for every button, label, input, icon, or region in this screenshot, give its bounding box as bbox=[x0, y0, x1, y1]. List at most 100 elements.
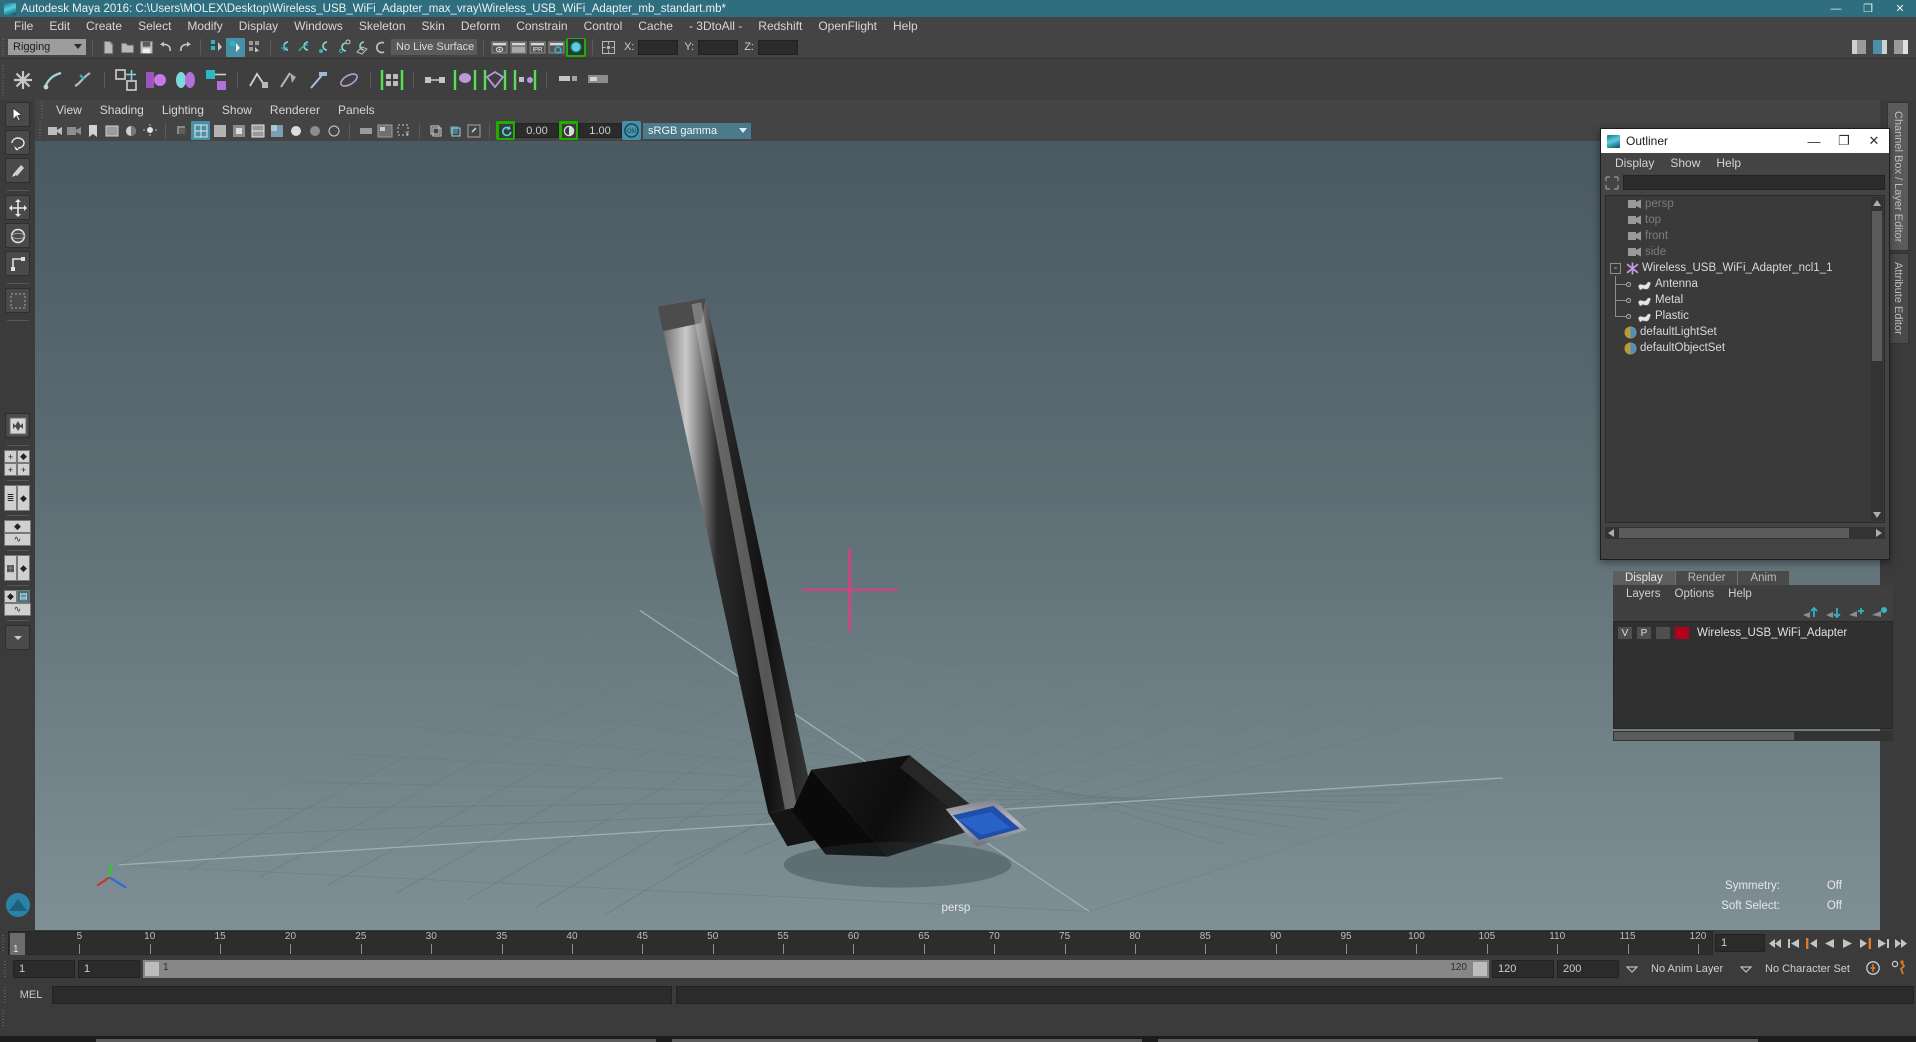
outliner-item-persp[interactable]: persp bbox=[1606, 196, 1884, 212]
tab-attribute-editor[interactable]: Attribute Editor bbox=[1887, 253, 1909, 345]
layout-persp-wide-button[interactable]: ◆ bbox=[4, 520, 31, 533]
scale-tool-button[interactable] bbox=[5, 251, 30, 276]
lasso-tool-button[interactable] bbox=[5, 130, 30, 155]
go-to-start-button[interactable] bbox=[1767, 934, 1784, 952]
snap-to-point-button[interactable] bbox=[315, 38, 334, 57]
tab-display[interactable]: Display bbox=[1613, 571, 1675, 585]
trax-editor-icon[interactable] bbox=[585, 66, 611, 94]
wrap-deformer-icon[interactable] bbox=[306, 66, 332, 94]
outliner-item-metal[interactable]: Metal bbox=[1606, 292, 1884, 308]
parent-constraint-icon[interactable] bbox=[422, 66, 448, 94]
outliner-item-antenna[interactable]: Antenna bbox=[1606, 276, 1884, 292]
input-output-connections-button[interactable] bbox=[599, 38, 618, 57]
ao-toggle-icon[interactable] bbox=[324, 121, 343, 140]
time-slider-cursor[interactable]: 1 bbox=[10, 933, 25, 955]
layout-persp-button[interactable]: ◆ bbox=[17, 450, 30, 463]
character-set-field[interactable]: No Character Set bbox=[1759, 960, 1857, 978]
exposure-reset-icon[interactable] bbox=[496, 121, 515, 140]
color-profile-dropdown[interactable]: sRGB gamma bbox=[643, 122, 751, 139]
auto-keyframe-toggle-icon[interactable] bbox=[1865, 960, 1882, 979]
show-hide-modeling-toolkit-button[interactable] bbox=[1849, 38, 1868, 57]
help-line-grip[interactable] bbox=[0, 1008, 8, 1028]
layout-persp-small-button[interactable]: ◆ bbox=[4, 590, 17, 603]
lattice-deformer-icon[interactable] bbox=[276, 66, 302, 94]
make-live-button[interactable] bbox=[372, 38, 391, 57]
viewport-menu-view[interactable]: View bbox=[47, 103, 91, 117]
layer-playback-toggle[interactable]: P bbox=[1636, 626, 1652, 640]
step-forward-key-button[interactable] bbox=[1875, 934, 1892, 952]
wireframe-shading-icon[interactable] bbox=[191, 121, 210, 140]
layout-two-panes-side-button[interactable]: + bbox=[4, 463, 17, 476]
menu-edit[interactable]: Edit bbox=[41, 17, 78, 36]
menu-skeleton[interactable]: Skeleton bbox=[351, 17, 414, 36]
new-scene-button[interactable] bbox=[99, 38, 118, 57]
outliner-item-nucleus[interactable]: - Wireless_USB_WiFi_Adapter_ncl1_1 bbox=[1606, 260, 1884, 276]
viewport-menu-lighting[interactable]: Lighting bbox=[153, 103, 213, 117]
outliner-item-default-object-set[interactable]: defaultObjectSet bbox=[1606, 340, 1884, 356]
smooth-bind-icon[interactable] bbox=[173, 66, 199, 94]
camera-attributes-icon[interactable] bbox=[64, 121, 83, 140]
layer-visibility-toggle[interactable]: V bbox=[1617, 626, 1633, 640]
undo-button[interactable] bbox=[156, 38, 175, 57]
character-set-chevron-down-icon[interactable] bbox=[1739, 962, 1753, 976]
scrollbar-thumb[interactable] bbox=[1872, 211, 1882, 361]
rotate-tool-button[interactable] bbox=[5, 223, 30, 248]
step-forward-frame-button[interactable] bbox=[1857, 934, 1874, 952]
time-slider-grip[interactable] bbox=[0, 933, 8, 953]
outliner-horizontal-scrollbar[interactable] bbox=[1605, 527, 1885, 539]
menu-control[interactable]: Control bbox=[576, 17, 631, 36]
layout-outliner-persp-button[interactable]: ≣ bbox=[4, 485, 17, 511]
use-all-lights-icon[interactable] bbox=[286, 121, 305, 140]
menu-cache[interactable]: Cache bbox=[630, 17, 681, 36]
point-constraint-icon[interactable] bbox=[452, 66, 478, 94]
command-language-label[interactable]: MEL bbox=[14, 989, 48, 1001]
play-backwards-button[interactable] bbox=[1821, 934, 1838, 952]
layout-single-perspective-button[interactable] bbox=[5, 413, 30, 438]
menu-deform[interactable]: Deform bbox=[453, 17, 508, 36]
outliner-minimize-button[interactable]: — bbox=[1799, 129, 1829, 153]
range-right-handle[interactable] bbox=[1473, 962, 1487, 976]
close-button[interactable]: ✕ bbox=[1884, 0, 1916, 17]
smooth-shade-all-icon[interactable] bbox=[210, 121, 229, 140]
step-back-key-button[interactable] bbox=[1785, 934, 1802, 952]
shadows-toggle-icon[interactable] bbox=[305, 121, 324, 140]
anim-end-field[interactable]: 200 bbox=[1557, 960, 1619, 978]
ipr-render-button[interactable]: IPR bbox=[528, 38, 547, 57]
quick-rig-icon[interactable] bbox=[379, 66, 405, 94]
menu-skin[interactable]: Skin bbox=[414, 17, 453, 36]
minimize-button[interactable]: — bbox=[1820, 0, 1852, 17]
menu-select[interactable]: Select bbox=[130, 17, 179, 36]
joint-tool-icon[interactable] bbox=[10, 66, 36, 94]
mirror-joint-icon[interactable] bbox=[143, 66, 169, 94]
snap-to-projected-center-button[interactable] bbox=[334, 38, 353, 57]
menu-file[interactable]: File bbox=[6, 17, 41, 36]
color-management-toggle[interactable]: ON bbox=[622, 121, 641, 140]
image-plane-icon[interactable] bbox=[102, 121, 121, 140]
live-surface-field[interactable]: No Live Surface bbox=[391, 39, 477, 55]
xray-active-components-icon[interactable] bbox=[464, 121, 483, 140]
scroll-left-icon[interactable] bbox=[1605, 527, 1617, 539]
command-line-input[interactable] bbox=[52, 986, 672, 1004]
exposure-field[interactable]: 0.00 bbox=[515, 123, 559, 138]
y-coord-field[interactable] bbox=[698, 39, 739, 55]
scrollbar-thumb[interactable] bbox=[1619, 528, 1849, 538]
layout-graph-editor-alt-button[interactable]: ∿ bbox=[4, 603, 31, 616]
menu-display[interactable]: Display bbox=[231, 17, 286, 36]
outliner-window[interactable]: Outliner — ❐ ✕ Display Show Help persp t… bbox=[1600, 128, 1890, 560]
outliner-tree[interactable]: persp top front side - Wireless_USB_WiFi… bbox=[1605, 195, 1885, 523]
outliner-vertical-scrollbar[interactable] bbox=[1871, 197, 1883, 521]
layout-hypershade-button[interactable]: ▦ bbox=[4, 555, 17, 581]
smooth-shade-selected-icon[interactable] bbox=[229, 121, 248, 140]
tab-anim[interactable]: Anim bbox=[1738, 571, 1789, 585]
outliner-item-side[interactable]: side bbox=[1606, 244, 1884, 260]
menu-help[interactable]: Help bbox=[885, 17, 926, 36]
paint-skin-weights-icon[interactable] bbox=[203, 66, 229, 94]
range-start-field[interactable]: 1 bbox=[78, 960, 140, 978]
outliner-item-plastic[interactable]: Plastic bbox=[1606, 308, 1884, 324]
current-frame-field[interactable]: 1 bbox=[1713, 934, 1767, 952]
anim-layer-chevron-down-icon[interactable] bbox=[1625, 962, 1639, 976]
viewport-menu-panels[interactable]: Panels bbox=[329, 103, 384, 117]
menu-windows[interactable]: Windows bbox=[286, 17, 351, 36]
command-line-grip[interactable] bbox=[2, 985, 10, 1005]
paint-selection-tool-button[interactable] bbox=[5, 158, 30, 183]
